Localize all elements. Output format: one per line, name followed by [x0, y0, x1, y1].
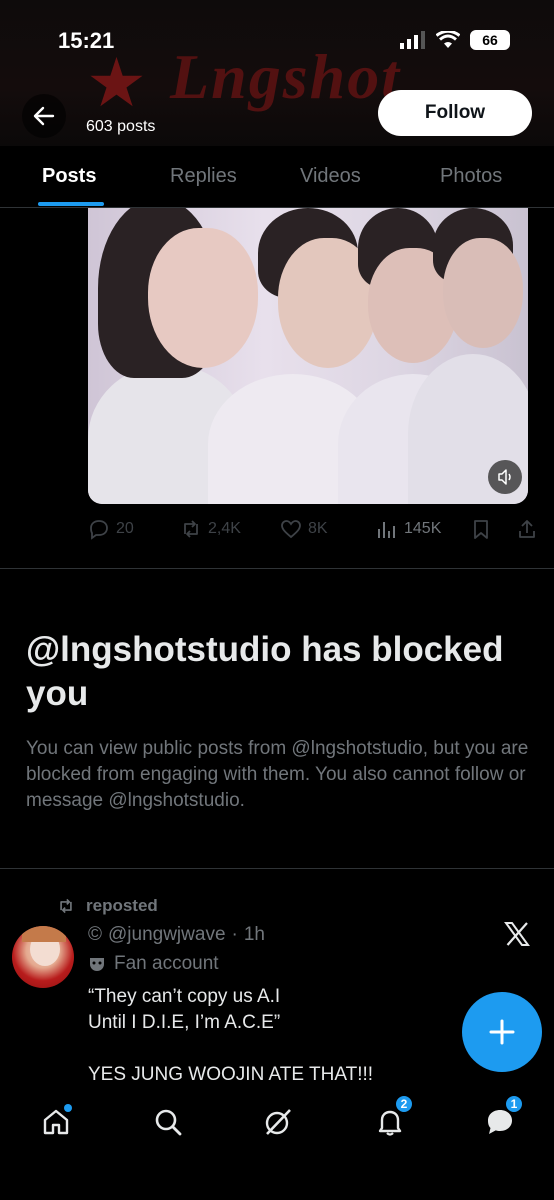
nav-grok[interactable] [256, 1100, 300, 1144]
post-video[interactable] [88, 208, 528, 504]
avatar[interactable] [12, 926, 74, 988]
profile-tabs: Posts Replies Videos Photos [0, 146, 554, 208]
messages-badge: 1 [504, 1094, 524, 1114]
repost-icon [184, 520, 198, 538]
reply-action[interactable]: 20 [88, 518, 134, 540]
battery-indicator: 66 [470, 30, 510, 50]
follow-button[interactable]: Follow [378, 90, 532, 136]
tweet-text: “They can’t copy us A.I Until I D.I.E, I… [88, 986, 374, 1085]
repost-icon [60, 898, 72, 914]
repost-count: 2,4K [208, 520, 241, 537]
repost-indicator: reposted [56, 896, 158, 916]
status-bar: 15:21 66 [0, 0, 554, 80]
speaker-icon [498, 469, 511, 485]
status-time: 15:21 [58, 28, 115, 53]
tab-videos[interactable]: Videos [300, 165, 361, 188]
share-action[interactable] [516, 518, 538, 540]
account-label-row: Fan account [88, 953, 219, 975]
blocked-title: @lngshotstudio has blocked you [26, 630, 504, 713]
mute-toggle-button[interactable] [488, 460, 522, 494]
nav-messages[interactable]: 1 [478, 1094, 524, 1144]
author-handle: @jungwjwave [108, 924, 226, 945]
nav-search[interactable] [146, 1100, 190, 1144]
view-count: 145K [404, 520, 442, 537]
arrow-left-icon [33, 106, 55, 126]
share-icon [519, 520, 535, 538]
grok-icon [265, 1109, 291, 1135]
nav-notifications[interactable]: 2 [368, 1094, 414, 1144]
active-tab-indicator [38, 202, 104, 206]
repost-label-text: reposted [86, 896, 158, 915]
tab-replies[interactable]: Replies [170, 165, 237, 188]
repost-action[interactable]: 2,4K [180, 518, 241, 540]
wifi-icon [436, 31, 460, 48]
views-bars-icon [378, 522, 395, 538]
views-action[interactable]: 145K [376, 518, 441, 540]
copyright-icon: © [88, 924, 102, 945]
notifications-badge: 2 [394, 1094, 414, 1114]
plus-icon [489, 1019, 515, 1045]
tweet-author-row[interactable]: © @jungwjwave · 1h [88, 924, 265, 946]
divider [0, 868, 554, 869]
tab-posts[interactable]: Posts [42, 165, 96, 188]
compose-button[interactable] [462, 992, 542, 1072]
divider [0, 568, 554, 569]
search-icon [155, 1109, 182, 1136]
like-count: 8K [308, 520, 328, 537]
posts-count: 603 posts [86, 118, 156, 135]
mask-icon [90, 958, 104, 971]
account-label: Fan account [114, 953, 219, 974]
like-action[interactable]: 8K [280, 518, 328, 540]
x-logo-icon [504, 922, 530, 951]
home-notification-dot [64, 1104, 72, 1112]
heart-icon [281, 520, 301, 539]
bookmark-icon [474, 520, 488, 539]
reply-count: 20 [116, 520, 134, 537]
tab-photos[interactable]: Photos [440, 165, 502, 188]
tweet-time: 1h [243, 924, 265, 945]
nav-home[interactable] [34, 1100, 78, 1144]
bottom-nav: 2 1 [0, 1086, 554, 1200]
back-button[interactable] [22, 94, 66, 138]
bookmark-action[interactable] [470, 518, 492, 540]
post-actions: 20 2,4K 8K 145K [88, 512, 544, 546]
reply-icon [90, 520, 108, 540]
blocked-description: You can view public posts from @lngshots… [26, 738, 529, 811]
signal-icon [400, 31, 425, 49]
